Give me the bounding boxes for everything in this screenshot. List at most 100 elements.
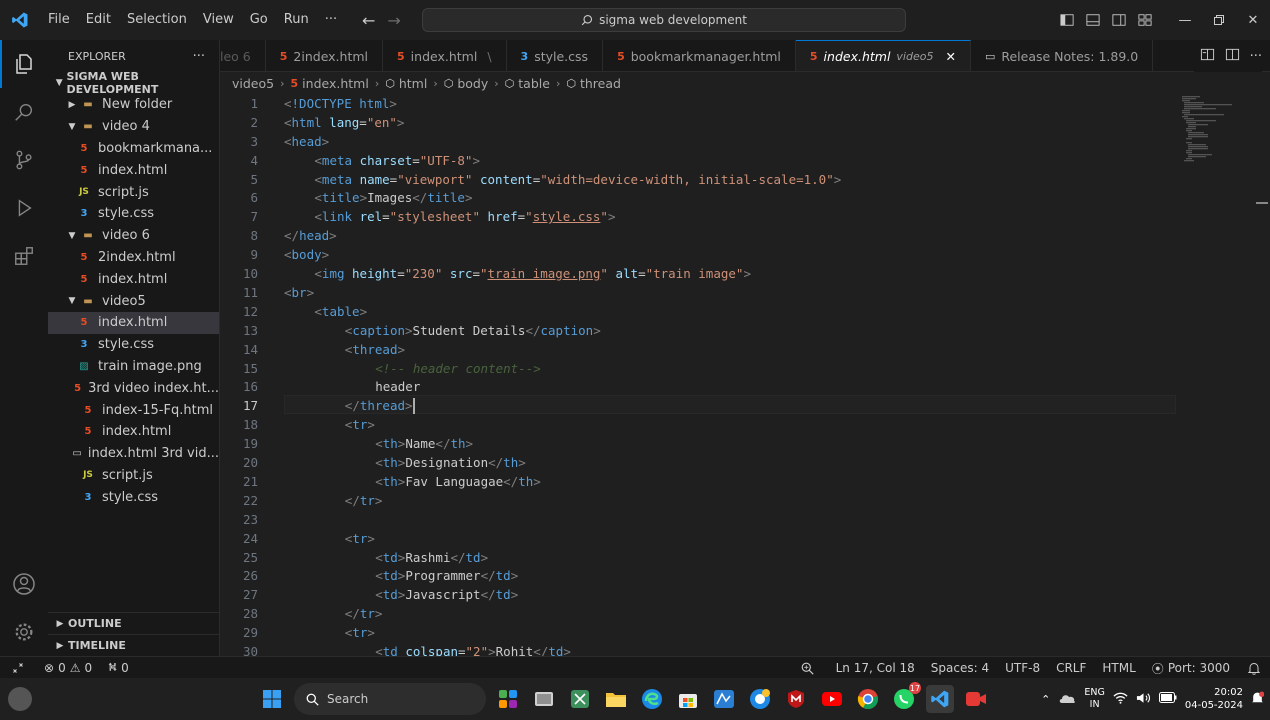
whatsapp-icon[interactable]: 17 (890, 682, 921, 713)
menu-edit[interactable]: Edit (78, 0, 119, 40)
volume-icon[interactable] (1136, 692, 1151, 707)
encoding[interactable]: UTF-8 (997, 661, 1048, 675)
workspace-root[interactable]: ▼ SIGMA WEB DEVELOPMENT (48, 70, 219, 96)
editor-tab[interactable]: leo 6 (220, 40, 266, 71)
task-view-icon[interactable] (530, 685, 558, 713)
toggle-secondary-sidebar-icon[interactable] (1106, 0, 1132, 40)
search-view-icon[interactable] (0, 88, 48, 136)
file-item[interactable]: 3 style.css (48, 203, 219, 225)
close-window-button[interactable]: ✕ (1236, 0, 1270, 40)
toggle-sidebar-icon[interactable] (1054, 0, 1080, 40)
edge-browser-icon[interactable] (638, 685, 666, 713)
folder-item[interactable]: ▼ ▬ video5 (48, 290, 219, 312)
timeline-section[interactable]: ▶ TIMELINE (48, 634, 220, 656)
windows-start-icon[interactable] (258, 685, 286, 713)
file-item[interactable]: 5 bookmarkmana... (48, 138, 219, 160)
source-control-icon[interactable] (0, 136, 48, 184)
menu-more-icon[interactable]: ··· (317, 0, 345, 40)
screen-recorder-icon[interactable] (962, 685, 990, 713)
taskbar-search[interactable]: Search (294, 683, 486, 715)
input-language[interactable]: ENG IN (1084, 687, 1104, 711)
forward-arrow-icon[interactable]: → (387, 11, 400, 30)
file-item[interactable]: JS script.js (48, 465, 219, 487)
minimap[interactable] (1180, 94, 1240, 174)
chevron-up-icon[interactable]: ⌃ (1041, 693, 1050, 706)
menu-go[interactable]: Go (242, 0, 276, 40)
breadcrumb-item[interactable]: table (518, 76, 550, 91)
accounts-icon[interactable] (0, 560, 48, 608)
file-item[interactable]: ▨ train image.png (48, 356, 219, 378)
outline-section[interactable]: ▶ OUTLINE (48, 612, 220, 634)
notifications-bell-icon[interactable] (1238, 662, 1270, 675)
problems-indicator[interactable]: ⊗ 0 ⚠ 0 (36, 661, 100, 675)
file-item[interactable]: 5 index.html (48, 311, 219, 334)
file-item[interactable]: 5 3rd video index.ht... (48, 377, 219, 399)
wifi-icon[interactable] (1113, 692, 1128, 707)
snipping-tool-icon[interactable] (566, 685, 594, 713)
file-item[interactable]: 3 style.css (48, 334, 219, 356)
more-actions-icon[interactable]: ··· (1250, 49, 1262, 64)
menu-run[interactable]: Run (276, 0, 317, 40)
close-tab-icon[interactable]: ✕ (945, 49, 955, 64)
chrome-alt-icon[interactable] (746, 685, 774, 713)
file-item[interactable]: 5 index.html (48, 268, 219, 290)
breadcrumb-item[interactable]: html (399, 76, 427, 91)
editor-tab[interactable]: 5 index.html \ (383, 40, 507, 71)
live-server-port[interactable]: ⦿ Port: 3000 (1144, 660, 1238, 677)
folder-item[interactable]: ▼ ▬ video 6 (48, 225, 219, 247)
breadcrumb-item[interactable]: thread (580, 76, 621, 91)
file-explorer-icon[interactable] (602, 685, 630, 713)
breadcrumb-item[interactable]: video5 (232, 76, 274, 91)
file-item[interactable]: JS script.js (48, 181, 219, 203)
scrollbar-position-marker[interactable] (1256, 202, 1268, 204)
microsoft-store-icon[interactable] (674, 685, 702, 713)
open-preview-icon[interactable] (1200, 47, 1215, 66)
file-item[interactable]: 5 index.html (48, 159, 219, 181)
zoom-indicator[interactable] (793, 662, 828, 675)
notification-bell-icon[interactable] (1251, 691, 1265, 708)
split-editor-icon[interactable] (1225, 47, 1240, 66)
youtube-icon[interactable] (818, 685, 846, 713)
file-item[interactable]: ▭ index.html 3rd vid... (48, 443, 219, 465)
menu-view[interactable]: View (195, 0, 242, 40)
editor-tab[interactable]: 5 index.html video5 ✕ (795, 40, 971, 71)
onedrive-icon[interactable] (1058, 692, 1076, 707)
run-debug-icon[interactable] (0, 184, 48, 232)
clock[interactable]: 20:02 04-05-2024 (1185, 686, 1243, 712)
menu-file[interactable]: File (40, 0, 78, 40)
ports-indicator[interactable]: ⛕ 0 (100, 660, 137, 676)
widgets-icon[interactable] (494, 685, 522, 713)
vscode-taskbar-icon[interactable] (926, 685, 954, 713)
extensions-icon[interactable] (0, 232, 48, 280)
breadcrumb-item[interactable]: index.html (302, 76, 369, 91)
customize-layout-icon[interactable] (1132, 0, 1158, 40)
end-of-line[interactable]: CRLF (1048, 661, 1094, 675)
toggle-panel-icon[interactable] (1080, 0, 1106, 40)
file-item[interactable]: 5 index-15-Fq.html (48, 399, 219, 421)
command-center[interactable]: sigma web development (422, 8, 906, 32)
azure-app-icon[interactable] (710, 685, 738, 713)
breadcrumb-item[interactable]: body (457, 76, 488, 91)
explorer-icon[interactable] (0, 40, 48, 88)
explorer-more-icon[interactable]: ··· (193, 49, 205, 64)
indentation[interactable]: Spaces: 4 (923, 661, 997, 675)
menu-selection[interactable]: Selection (119, 0, 195, 40)
mcafee-icon[interactable] (782, 685, 810, 713)
manage-gear-icon[interactable] (0, 608, 48, 656)
language-mode[interactable]: HTML (1094, 661, 1143, 675)
battery-icon[interactable] (1158, 692, 1177, 706)
file-item[interactable]: 5 index.html (48, 421, 219, 443)
editor-tab[interactable]: 3 style.css (507, 40, 604, 71)
weather-widget-icon[interactable] (8, 687, 32, 711)
remote-indicator[interactable] (0, 662, 36, 674)
file-item[interactable]: 3 style.css (48, 486, 219, 508)
minimize-button[interactable]: — (1168, 0, 1202, 40)
code-editor[interactable]: 1 <!DOCTYPE html> 2 <html lang="en"> 3 <head>… (220, 94, 1270, 656)
editor-tab[interactable]: ▭ Release Notes: 1.89.0 (971, 40, 1154, 71)
file-item[interactable]: 5 2index.html (48, 247, 219, 269)
back-arrow-icon[interactable]: ← (362, 11, 375, 30)
editor-tab[interactable]: 5 2index.html (266, 40, 384, 71)
editor-tab[interactable]: 5 bookmarkmanager.html (603, 40, 796, 71)
folder-item[interactable]: ▶ ▬ New folder (48, 94, 219, 116)
chrome-icon[interactable] (854, 685, 882, 713)
